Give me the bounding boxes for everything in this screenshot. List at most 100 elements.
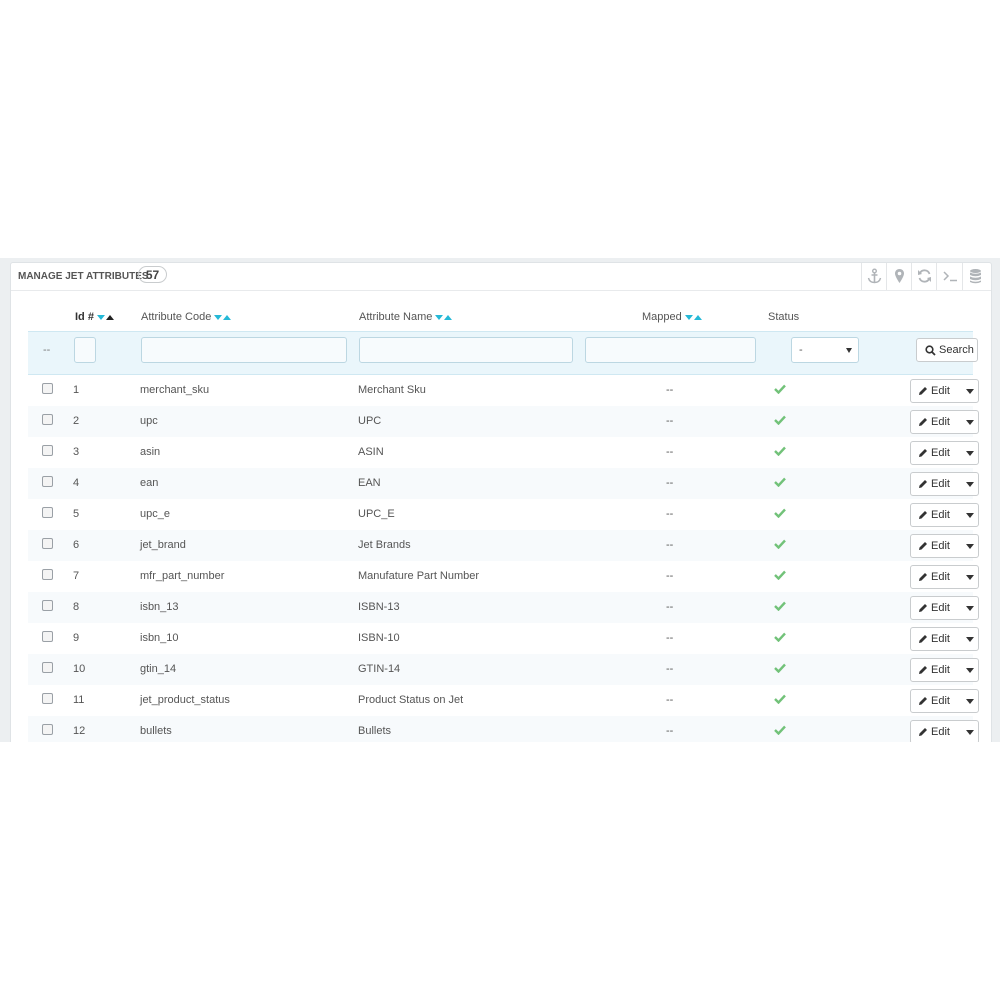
- pencil-icon: [919, 449, 927, 457]
- filter-mapped-input[interactable]: [585, 337, 756, 363]
- edit-button-group: Edit: [910, 596, 979, 620]
- search-icon: [925, 345, 936, 356]
- edit-button-label: Edit: [931, 695, 950, 707]
- row-actions-dropdown[interactable]: [960, 597, 979, 619]
- filter-code-input[interactable]: [141, 337, 347, 363]
- pencil-icon: [919, 604, 927, 612]
- row-checkbox[interactable]: [42, 724, 53, 735]
- edit-button-label: Edit: [931, 416, 950, 428]
- row-actions-dropdown[interactable]: [960, 566, 979, 588]
- row-attribute-name: ISBN-10: [358, 632, 400, 644]
- filter-status-select[interactable]: -: [791, 337, 859, 363]
- check-icon[interactable]: [774, 570, 786, 580]
- caret-down-icon: [966, 513, 974, 518]
- column-header-name[interactable]: Attribute Name: [359, 311, 453, 323]
- check-icon[interactable]: [774, 601, 786, 611]
- check-icon[interactable]: [774, 663, 786, 673]
- table-row: 9 isbn_10 ISBN-10 -- Edit: [28, 623, 979, 655]
- caret-down-icon: [966, 637, 974, 642]
- sort-asc-icon[interactable]: [223, 314, 232, 320]
- edit-button-label: Edit: [931, 385, 950, 397]
- row-checkbox[interactable]: [42, 445, 53, 456]
- database-icon[interactable]: [962, 263, 988, 290]
- search-button-label: Search: [939, 344, 974, 356]
- row-id: 6: [73, 539, 80, 551]
- filter-id-input[interactable]: [74, 337, 96, 363]
- sort-desc-icon[interactable]: [435, 314, 444, 320]
- row-actions-dropdown[interactable]: [960, 380, 979, 402]
- table-row: 2 upc UPC -- Edit: [28, 406, 979, 438]
- check-icon[interactable]: [774, 694, 786, 704]
- row-actions-dropdown[interactable]: [960, 411, 979, 433]
- sort-desc-icon[interactable]: [214, 314, 223, 320]
- edit-button-group: Edit: [910, 689, 979, 713]
- row-checkbox[interactable]: [42, 476, 53, 487]
- row-checkbox[interactable]: [42, 569, 53, 580]
- check-icon[interactable]: [774, 477, 786, 487]
- row-attribute-code: isbn_13: [140, 601, 179, 613]
- row-actions-dropdown[interactable]: [960, 504, 979, 526]
- row-checkbox[interactable]: [42, 631, 53, 642]
- sort-asc-icon[interactable]: [444, 314, 453, 320]
- terminal-icon[interactable]: [936, 263, 962, 290]
- bulk-select-placeholder: --: [43, 344, 51, 356]
- table-row: 11 jet_product_status Product Status on …: [28, 685, 979, 717]
- table-row: 6 jet_brand Jet Brands -- Edit: [28, 530, 979, 562]
- row-actions-dropdown[interactable]: [960, 628, 979, 650]
- row-checkbox[interactable]: [42, 414, 53, 425]
- row-actions-dropdown[interactable]: [960, 442, 979, 464]
- row-actions-dropdown[interactable]: [960, 659, 979, 681]
- row-id: 9: [73, 632, 80, 644]
- anchor-icon[interactable]: [861, 263, 887, 290]
- sort-asc-icon[interactable]: [105, 314, 114, 320]
- table-row: 5 upc_e UPC_E -- Edit: [28, 499, 979, 531]
- count-badge: 57: [138, 266, 167, 283]
- row-checkbox[interactable]: [42, 383, 53, 394]
- row-actions-dropdown[interactable]: [960, 535, 979, 557]
- table-row: 7 mfr_part_number Manufature Part Number…: [28, 561, 979, 593]
- row-attribute-name: Merchant Sku: [358, 384, 426, 396]
- check-icon[interactable]: [774, 384, 786, 394]
- sort-desc-icon[interactable]: [96, 314, 105, 320]
- column-header-status: Status: [768, 311, 800, 323]
- check-icon[interactable]: [774, 415, 786, 425]
- row-checkbox[interactable]: [42, 538, 53, 549]
- check-icon[interactable]: [774, 446, 786, 456]
- search-button[interactable]: Search: [916, 338, 978, 362]
- sort-asc-icon[interactable]: [693, 314, 702, 320]
- row-actions-dropdown[interactable]: [960, 690, 979, 712]
- filter-name-input[interactable]: [359, 337, 573, 363]
- row-mapped: --: [666, 539, 674, 551]
- check-icon[interactable]: [774, 725, 786, 735]
- sort-desc-icon[interactable]: [684, 314, 693, 320]
- row-actions-dropdown[interactable]: [960, 473, 979, 495]
- row-attribute-code: jet_brand: [140, 539, 186, 551]
- row-actions-dropdown[interactable]: [960, 721, 979, 742]
- refresh-icon[interactable]: [911, 263, 937, 290]
- edit-button-group: Edit: [910, 503, 979, 527]
- edit-button-group: Edit: [910, 565, 979, 589]
- row-attribute-name: ISBN-13: [358, 601, 400, 613]
- row-attribute-code: upc_e: [140, 508, 170, 520]
- row-checkbox[interactable]: [42, 662, 53, 673]
- row-attribute-code: isbn_10: [140, 632, 179, 644]
- map-marker-icon[interactable]: [886, 263, 912, 290]
- row-mapped: --: [666, 663, 674, 675]
- filter-status-value: -: [799, 344, 803, 356]
- pencil-icon: [919, 666, 927, 674]
- table-row: 1 merchant_sku Merchant Sku -- Edit: [28, 375, 979, 407]
- column-header-id[interactable]: Id #: [75, 311, 114, 323]
- caret-down-icon: [966, 730, 974, 735]
- check-icon[interactable]: [774, 539, 786, 549]
- row-checkbox[interactable]: [42, 600, 53, 611]
- row-checkbox[interactable]: [42, 507, 53, 518]
- table-row: 10 gtin_14 GTIN-14 -- Edit: [28, 654, 979, 686]
- pencil-icon: [919, 511, 927, 519]
- check-icon[interactable]: [774, 508, 786, 518]
- edit-button-group: Edit: [910, 720, 979, 742]
- row-attribute-name: Manufature Part Number: [358, 570, 480, 582]
- column-header-mapped[interactable]: Mapped: [642, 311, 702, 323]
- row-checkbox[interactable]: [42, 693, 53, 704]
- check-icon[interactable]: [774, 632, 786, 642]
- column-header-code[interactable]: Attribute Code: [141, 311, 232, 323]
